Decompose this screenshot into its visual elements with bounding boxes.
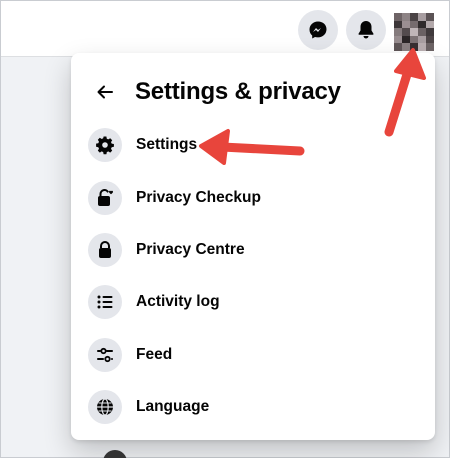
avatar-pixel bbox=[426, 43, 434, 51]
avatar-pixel bbox=[394, 13, 402, 21]
menu-item-icon-wrap bbox=[88, 232, 122, 267]
avatar-pixel bbox=[418, 13, 426, 21]
menu-item-privacy-checkup[interactable]: Privacy Checkup bbox=[79, 171, 427, 223]
menu-item-label: Settings bbox=[136, 136, 198, 154]
menu-item-label: Language bbox=[136, 398, 210, 416]
menu-item-activity-log[interactable]: Activity log bbox=[79, 276, 427, 328]
top-bar bbox=[1, 1, 449, 57]
avatar-pixel bbox=[410, 13, 418, 21]
menu-item-icon-wrap bbox=[88, 128, 122, 163]
menu-item-feed[interactable]: Feed bbox=[79, 329, 427, 381]
avatar-pixel bbox=[402, 28, 410, 36]
lock-heart-icon bbox=[98, 188, 114, 206]
avatar-pixel bbox=[426, 28, 434, 36]
arrow-left-icon bbox=[97, 85, 113, 99]
avatar-pixel bbox=[426, 20, 434, 29]
settings-menu: Settings Privacy Checkup Privacy Centre bbox=[79, 119, 427, 433]
menu-item-label: Activity log bbox=[136, 293, 220, 311]
avatar-pixel bbox=[394, 35, 402, 44]
avatar-pixel bbox=[394, 20, 402, 29]
avatar-pixel bbox=[394, 28, 402, 36]
globe-icon bbox=[97, 398, 113, 416]
menu-item-label: Privacy Checkup bbox=[136, 188, 261, 206]
profile-avatar[interactable] bbox=[394, 13, 434, 51]
menu-item-icon-wrap bbox=[88, 337, 122, 372]
menu-item-label: Privacy Centre bbox=[136, 240, 245, 258]
menu-item-language[interactable]: Language bbox=[79, 381, 427, 433]
avatar-pixel bbox=[418, 35, 426, 44]
avatar-pixel bbox=[418, 43, 426, 51]
back-button[interactable] bbox=[87, 74, 123, 110]
lock-icon bbox=[99, 240, 111, 258]
avatar-pixel bbox=[410, 43, 418, 51]
menu-item-label: Feed bbox=[136, 345, 173, 363]
settings-privacy-panel: Settings & privacy Settings Privacy Chec… bbox=[71, 53, 435, 440]
messenger-button[interactable] bbox=[298, 10, 338, 50]
messenger-icon bbox=[309, 21, 327, 39]
avatar-pixel bbox=[426, 13, 434, 21]
avatar-pixel bbox=[418, 28, 426, 36]
avatar-pixel bbox=[410, 35, 418, 44]
avatar-pixel bbox=[402, 43, 410, 51]
menu-item-privacy-centre[interactable]: Privacy Centre bbox=[79, 224, 427, 276]
avatar-pixel bbox=[426, 35, 434, 44]
avatar-pixel bbox=[402, 35, 410, 44]
menu-item-icon-wrap bbox=[88, 390, 122, 425]
avatar-pixel bbox=[402, 13, 410, 21]
menu-item-settings[interactable]: Settings bbox=[79, 119, 427, 171]
avatar-pixel bbox=[410, 28, 418, 36]
avatar-pixel bbox=[410, 20, 418, 29]
menu-item-icon-wrap bbox=[88, 180, 122, 215]
panel-title: Settings & privacy bbox=[135, 78, 341, 105]
panel-header: Settings & privacy bbox=[71, 67, 435, 117]
list-icon bbox=[97, 295, 113, 309]
avatar-pixel bbox=[418, 20, 426, 29]
avatar-pixel bbox=[402, 20, 410, 29]
menu-item-icon-wrap bbox=[88, 285, 122, 320]
gear-icon bbox=[96, 136, 114, 155]
notifications-button[interactable] bbox=[346, 10, 386, 50]
avatar-pixel bbox=[394, 43, 402, 51]
sliders-icon bbox=[97, 347, 113, 362]
bell-icon bbox=[358, 21, 374, 39]
